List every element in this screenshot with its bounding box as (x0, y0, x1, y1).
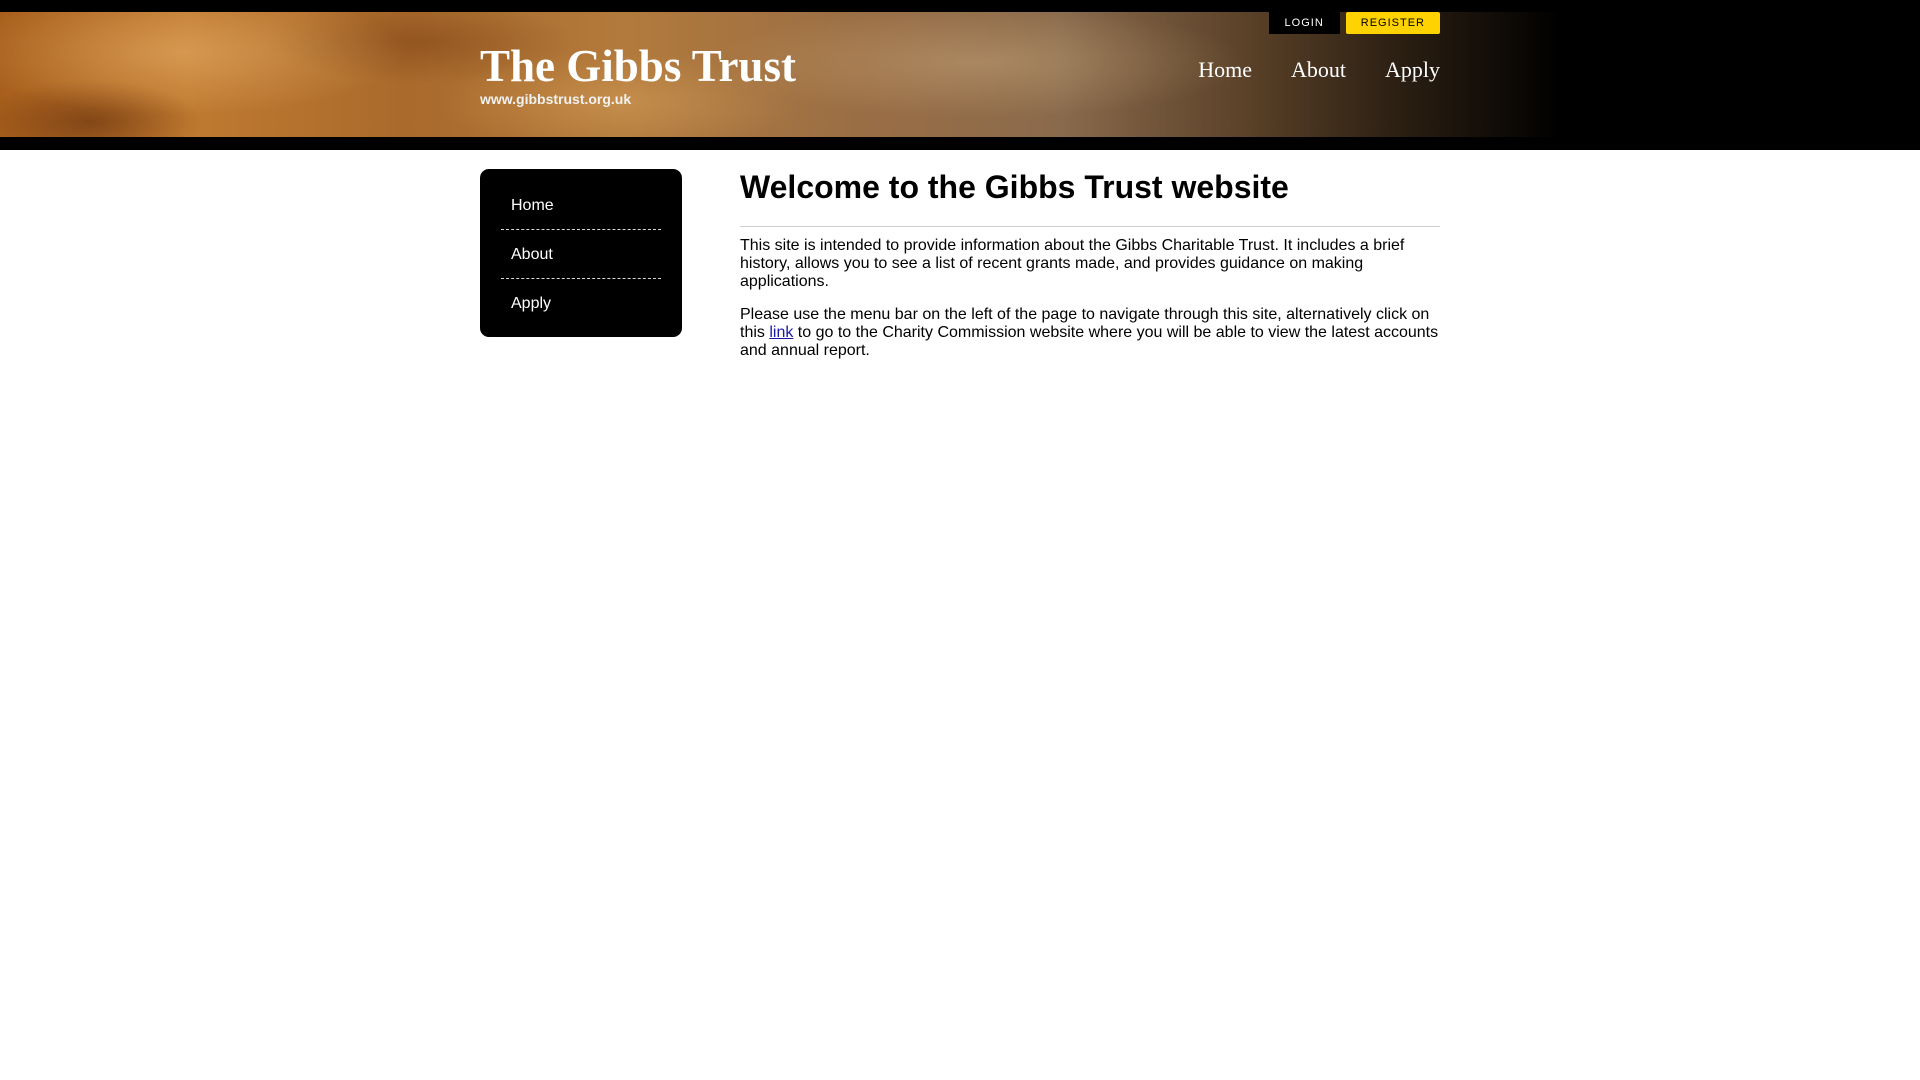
navigation-paragraph: Please use the menu bar on the left of t… (740, 306, 1440, 360)
header-top-strip (0, 0, 1920, 12)
page-title: Welcome to the Gibbs Trust website (740, 168, 1440, 227)
login-button[interactable]: LOGIN (1268, 12, 1340, 34)
register-button[interactable]: REGISTER (1345, 12, 1440, 34)
sidebar-item-apply[interactable]: Apply (501, 279, 661, 328)
auth-buttons: LOGIN REGISTER (1268, 12, 1440, 34)
top-nav-home[interactable]: Home (1198, 56, 1252, 84)
header-bottom-band (0, 137, 1920, 150)
sidebar-menu: Home About Apply (480, 169, 682, 337)
sidebar-item-home[interactable]: Home (501, 181, 661, 230)
top-nav-about[interactable]: About (1291, 56, 1346, 84)
intro-paragraph: This site is intended to provide informa… (740, 237, 1405, 290)
site-title[interactable]: The Gibbs Trust (480, 38, 796, 94)
main-content: Welcome to the Gibbs Trust website This … (740, 168, 1440, 375)
site-url: www.gibbstrust.org.uk (480, 91, 632, 107)
charity-commission-link[interactable]: link (769, 324, 793, 341)
navigation-paragraph-text-after: to go to the Charity Commission website … (740, 324, 1439, 359)
site-header: The Gibbs Trust www.gibbstrust.org.uk Ho… (0, 0, 1920, 150)
sidebar-item-about[interactable]: About (501, 230, 661, 279)
top-nav-apply[interactable]: Apply (1385, 56, 1440, 84)
top-nav: Home About Apply (1198, 56, 1440, 84)
